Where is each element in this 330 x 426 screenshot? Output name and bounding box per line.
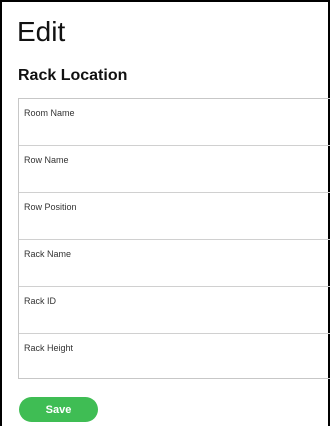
rack-id-field[interactable]: Rack ID <box>19 287 330 334</box>
rack-height-field[interactable]: Rack Height <box>19 334 330 381</box>
room-name-label: Room Name <box>24 108 75 118</box>
rack-height-label: Rack Height <box>24 343 74 353</box>
rack-id-input[interactable] <box>23 309 323 329</box>
row-name-label: Row Name <box>24 155 69 165</box>
rack-name-field[interactable]: Rack Name <box>19 240 330 287</box>
row-position-field[interactable]: Row Position <box>19 193 330 240</box>
page-title: Edit <box>17 16 66 47</box>
save-button[interactable]: Save <box>19 397 98 422</box>
row-name-input[interactable] <box>23 168 323 188</box>
section-title: Rack Location <box>18 67 128 84</box>
rack-height-input[interactable] <box>23 356 323 376</box>
room-name-input[interactable] <box>23 121 323 141</box>
rack-id-label: Rack ID <box>24 296 57 306</box>
row-name-field[interactable]: Row Name <box>19 146 330 193</box>
rack-name-label: Rack Name <box>24 249 72 259</box>
rack-location-form: Room Name Row Name Row Position Rack Nam… <box>18 98 330 379</box>
room-name-field[interactable]: Room Name <box>19 99 330 146</box>
row-position-input[interactable] <box>23 215 323 235</box>
rack-name-input[interactable] <box>23 262 323 282</box>
edit-panel: Edit Rack Location Room Name Row Name Ro… <box>0 0 330 426</box>
row-position-label: Row Position <box>24 202 77 212</box>
